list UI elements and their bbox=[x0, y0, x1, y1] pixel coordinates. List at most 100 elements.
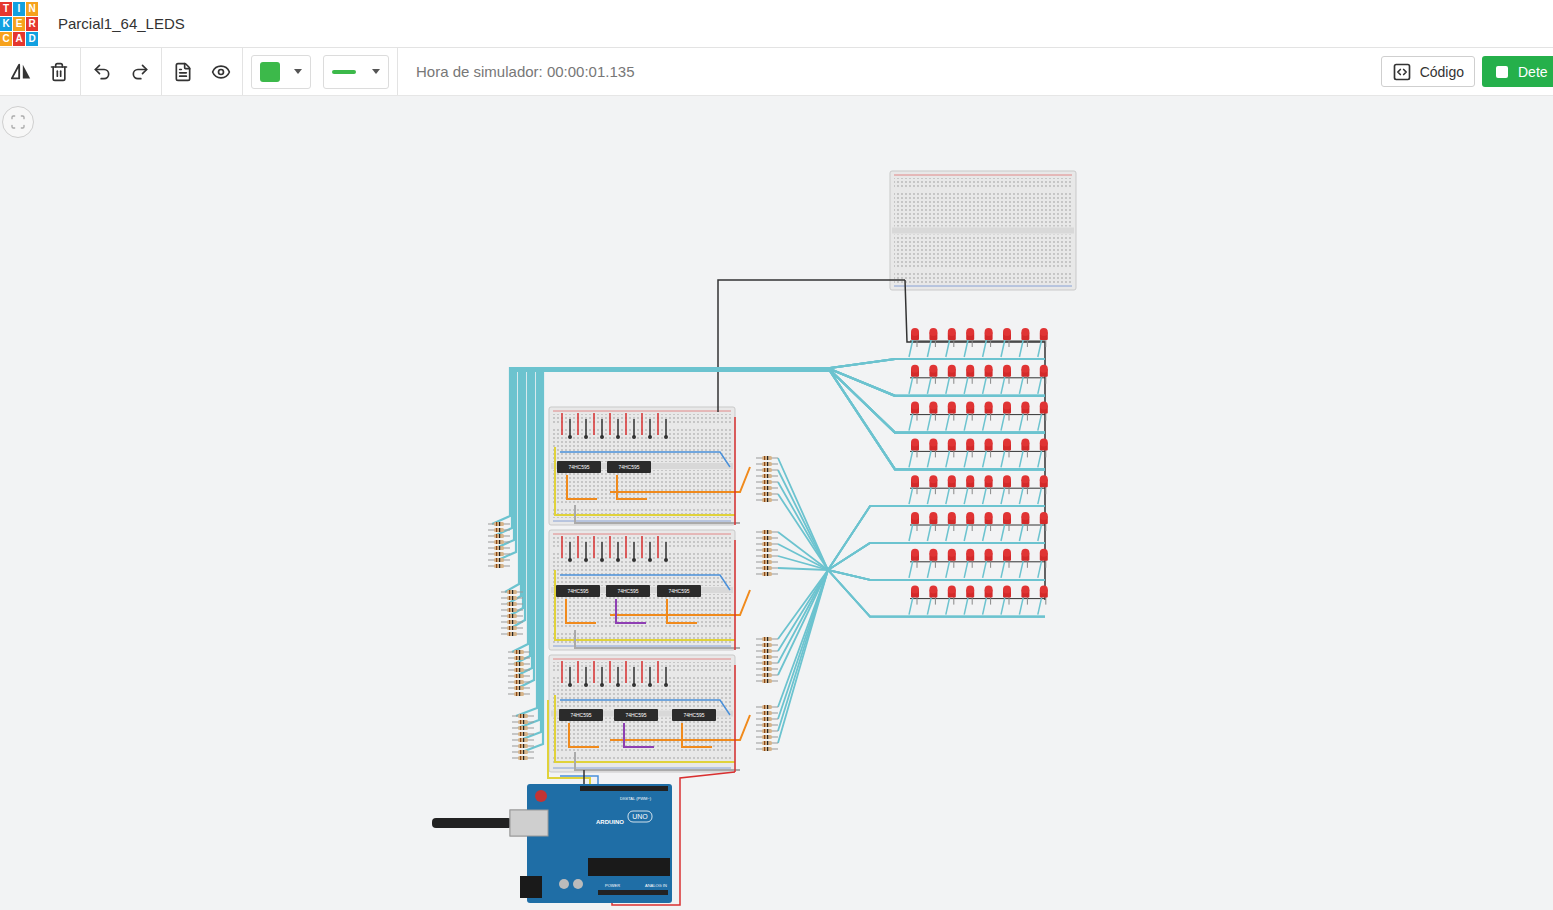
led[interactable] bbox=[946, 512, 956, 541]
led[interactable] bbox=[946, 402, 956, 431]
delete-button[interactable] bbox=[42, 55, 76, 89]
breadboard[interactable] bbox=[549, 530, 735, 650]
data-wire[interactable] bbox=[548, 700, 590, 788]
led[interactable] bbox=[909, 549, 919, 578]
led[interactable] bbox=[1038, 328, 1048, 357]
led-wire[interactable] bbox=[516, 370, 1045, 676]
led[interactable] bbox=[983, 438, 993, 467]
led[interactable] bbox=[1038, 475, 1048, 504]
led[interactable] bbox=[946, 438, 956, 467]
led-wire[interactable] bbox=[498, 371, 1045, 560]
breadboard-wiring[interactable]: 74HC595 74HC595 bbox=[555, 413, 750, 525]
fit-view-button[interactable] bbox=[2, 106, 34, 138]
led-wire[interactable] bbox=[778, 506, 1045, 663]
led[interactable] bbox=[1001, 328, 1011, 357]
project-title[interactable]: Parcial1_64_LEDS bbox=[58, 15, 185, 32]
led[interactable] bbox=[909, 475, 919, 504]
breadboard[interactable] bbox=[549, 407, 735, 525]
led-wire[interactable] bbox=[492, 359, 1045, 524]
led[interactable] bbox=[983, 549, 993, 578]
led[interactable] bbox=[1001, 549, 1011, 578]
led-wire[interactable] bbox=[778, 570, 1045, 743]
code-button[interactable]: Código bbox=[1381, 56, 1475, 87]
led[interactable] bbox=[927, 328, 937, 357]
led[interactable] bbox=[983, 475, 993, 504]
led[interactable] bbox=[909, 586, 919, 615]
led-wire[interactable] bbox=[518, 371, 1045, 688]
led[interactable] bbox=[1001, 402, 1011, 431]
mirror-button[interactable] bbox=[4, 55, 38, 89]
led[interactable] bbox=[927, 512, 937, 541]
resistor-group[interactable] bbox=[756, 637, 778, 683]
led[interactable] bbox=[983, 586, 993, 615]
resistor-group[interactable] bbox=[756, 705, 778, 751]
led[interactable] bbox=[927, 586, 937, 615]
led-wire[interactable] bbox=[778, 570, 1045, 651]
visibility-button[interactable] bbox=[204, 55, 238, 89]
led[interactable] bbox=[946, 549, 956, 578]
led[interactable] bbox=[964, 365, 974, 394]
resistor-group[interactable] bbox=[488, 522, 510, 568]
led[interactable] bbox=[909, 365, 919, 394]
led-wire[interactable] bbox=[507, 369, 1045, 604]
led-wire[interactable] bbox=[522, 371, 1045, 752]
breadboard-wiring[interactable]: 74HC59574HC59574HC595 bbox=[555, 536, 750, 650]
shift-register-chip[interactable]: 74HC595 bbox=[657, 585, 701, 597]
arduino-uno[interactable]: DIGITAL (PWM~)ARDUINOUNOPOWERANALOG IN bbox=[432, 784, 672, 903]
led[interactable] bbox=[1001, 475, 1011, 504]
led[interactable] bbox=[964, 512, 974, 541]
led-wire[interactable] bbox=[511, 371, 1045, 628]
ground-wire[interactable] bbox=[905, 280, 1045, 600]
led[interactable] bbox=[1019, 549, 1029, 578]
undo-button[interactable] bbox=[85, 55, 119, 89]
led-wire[interactable] bbox=[778, 543, 1045, 675]
led[interactable] bbox=[1019, 512, 1029, 541]
shift-register-chip[interactable]: 74HC595 bbox=[557, 461, 601, 473]
led[interactable] bbox=[983, 512, 993, 541]
stop-simulation-button[interactable]: Dete bbox=[1482, 56, 1553, 87]
led[interactable] bbox=[927, 365, 937, 394]
led[interactable] bbox=[1038, 549, 1048, 578]
resistor-group[interactable] bbox=[501, 590, 523, 636]
led[interactable] bbox=[983, 328, 993, 357]
led[interactable] bbox=[964, 475, 974, 504]
led-wire[interactable] bbox=[778, 482, 1045, 580]
resistor-group[interactable] bbox=[512, 714, 534, 760]
led[interactable] bbox=[927, 402, 937, 431]
led-wire[interactable] bbox=[778, 506, 1045, 719]
shift-register-chip[interactable]: 74HC595 bbox=[614, 709, 658, 721]
led[interactable] bbox=[964, 586, 974, 615]
led[interactable] bbox=[1001, 512, 1011, 541]
led[interactable] bbox=[964, 549, 974, 578]
led[interactable] bbox=[927, 549, 937, 578]
tinkercad-logo[interactable]: TINKERCAD bbox=[0, 2, 38, 46]
led-wire[interactable] bbox=[778, 506, 1045, 570]
led-wire[interactable] bbox=[505, 359, 1045, 592]
resistor-group[interactable] bbox=[756, 530, 778, 576]
led[interactable] bbox=[964, 402, 974, 431]
led[interactable] bbox=[946, 365, 956, 394]
shift-register-chip[interactable]: 74HC595 bbox=[559, 709, 603, 721]
led-wire[interactable] bbox=[520, 370, 1045, 740]
led-wire[interactable] bbox=[778, 570, 1045, 707]
notes-button[interactable] bbox=[166, 55, 200, 89]
led[interactable] bbox=[946, 328, 956, 357]
led[interactable] bbox=[1019, 328, 1029, 357]
led[interactable] bbox=[1038, 402, 1048, 431]
resistor-group[interactable] bbox=[756, 456, 778, 502]
workplane[interactable]: 74HC59574HC59574HC59574HC59574HC59574HC5… bbox=[0, 96, 1553, 910]
shift-register-chip[interactable]: 74HC595 bbox=[556, 585, 600, 597]
breadboard[interactable] bbox=[549, 655, 735, 772]
led-wire[interactable] bbox=[518, 369, 1045, 728]
led-wire[interactable] bbox=[778, 544, 1045, 580]
led[interactable] bbox=[1038, 365, 1048, 394]
led-wire[interactable] bbox=[516, 359, 1045, 716]
led[interactable] bbox=[1019, 438, 1029, 467]
ground-wire[interactable] bbox=[718, 280, 905, 412]
led[interactable] bbox=[909, 402, 919, 431]
led[interactable] bbox=[1001, 365, 1011, 394]
shift-register-chip[interactable]: 74HC595 bbox=[607, 461, 651, 473]
led[interactable] bbox=[909, 512, 919, 541]
led[interactable] bbox=[927, 438, 937, 467]
led[interactable] bbox=[946, 586, 956, 615]
